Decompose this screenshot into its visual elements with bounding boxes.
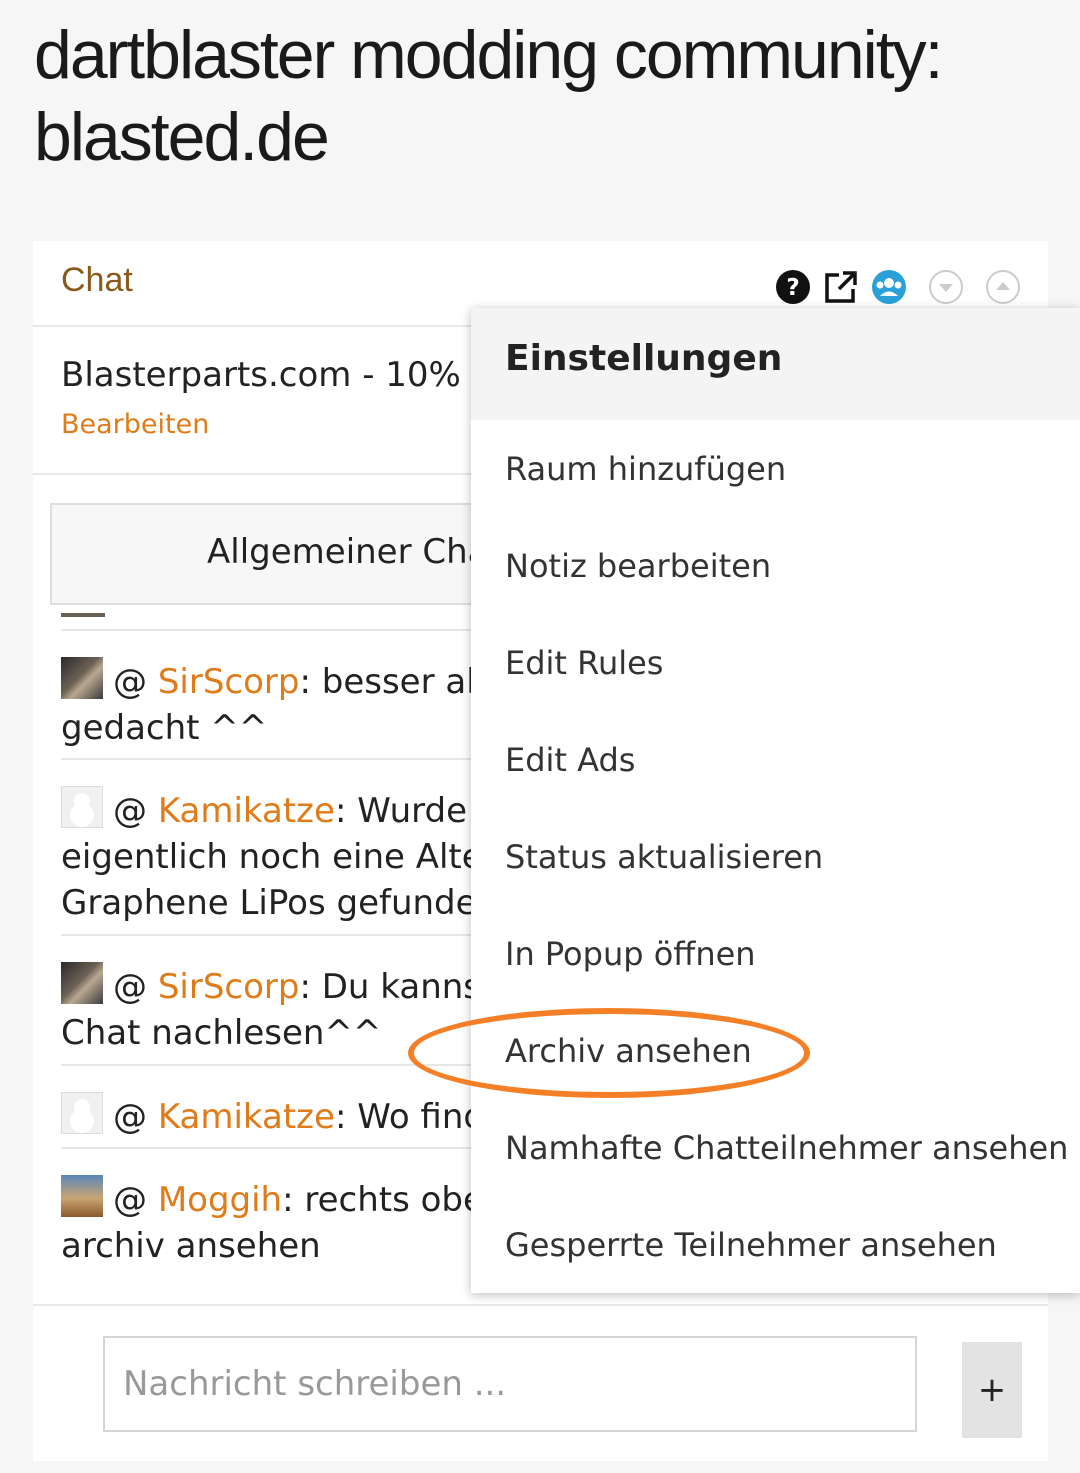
- message-text: : Wurde: [334, 791, 468, 831]
- list-item: @ Moggih: rechts obe archiv ansehen: [61, 1147, 501, 1293]
- avatar: [61, 962, 103, 1004]
- page-title: dartblaster modding community: blasted.d…: [34, 14, 1034, 178]
- menu-item-open-popup[interactable]: In Popup öffnen: [505, 935, 756, 973]
- highlight-annotation: [408, 1008, 810, 1098]
- message-composer: +: [33, 1304, 1048, 1463]
- add-button[interactable]: +: [962, 1342, 1022, 1438]
- message-text: : rechts obe: [282, 1180, 484, 1220]
- menu-item-edit-ads[interactable]: Edit Ads: [505, 741, 635, 779]
- avatar: [61, 657, 103, 699]
- page-title-line2: blasted.de: [34, 99, 330, 175]
- username[interactable]: Moggih: [158, 1180, 282, 1220]
- message-input[interactable]: [103, 1336, 917, 1432]
- settings-menu: Einstellungen Raum hinzufügen Notiz bear…: [471, 308, 1080, 1293]
- chevron-up-icon[interactable]: [985, 269, 1021, 305]
- room-tab-general[interactable]: Allgemeiner Cha: [50, 503, 490, 605]
- svg-text:?: ?: [786, 275, 799, 301]
- menu-item-add-room[interactable]: Raum hinzufügen: [505, 450, 786, 488]
- username[interactable]: Kamikatze: [158, 1097, 335, 1137]
- username[interactable]: SirScorp: [158, 967, 300, 1007]
- message-text: : besser als: [299, 662, 494, 702]
- username[interactable]: Kamikatze: [158, 791, 335, 831]
- settings-menu-header: Einstellungen: [471, 308, 1080, 420]
- message-text: : Wo find: [334, 1097, 485, 1137]
- page-title-line1: dartblaster modding community:: [34, 17, 944, 93]
- chevron-down-icon[interactable]: [928, 269, 964, 305]
- avatar: [61, 786, 103, 828]
- menu-item-notable-participants[interactable]: Namhafte Chatteilnehmer ansehen: [505, 1129, 1068, 1167]
- chat-title: Chat: [61, 261, 133, 299]
- list-item: @ Kamikatze: Wurde eigentlich noch eine …: [61, 758, 501, 960]
- notice-text: Blasterparts.com - 10% R: [61, 355, 496, 395]
- popout-icon[interactable]: [823, 269, 859, 305]
- message-text: Graphene LiPos gefunde: [61, 883, 477, 923]
- users-icon[interactable]: [871, 269, 907, 305]
- avatar: [61, 1175, 103, 1217]
- username[interactable]: SirScorp: [158, 662, 300, 702]
- message-text: archiv ansehen: [61, 1226, 321, 1266]
- avatar-partial: [61, 613, 105, 617]
- menu-item-banned-participants[interactable]: Gesperrte Teilnehmer ansehen: [505, 1226, 997, 1264]
- message-text: eigentlich noch eine Alter: [61, 837, 497, 877]
- notice-edit-link[interactable]: Bearbeiten: [61, 409, 209, 440]
- avatar: [61, 1092, 103, 1134]
- menu-item-edit-rules[interactable]: Edit Rules: [505, 644, 663, 682]
- menu-item-update-status[interactable]: Status aktualisieren: [505, 838, 823, 876]
- message-list: @ SirScorp: besser als gedacht ^^ @ Kami…: [61, 613, 501, 1293]
- settings-menu-title: Einstellungen: [505, 338, 783, 379]
- message-text: gedacht ^^: [61, 708, 268, 748]
- menu-item-edit-note[interactable]: Notiz bearbeiten: [505, 547, 771, 585]
- message-text: : Du kanns: [299, 967, 482, 1007]
- room-tab-label: Allgemeiner Cha: [207, 532, 489, 572]
- message-text: Chat nachlesen^^: [61, 1013, 382, 1053]
- help-icon[interactable]: ?: [775, 269, 811, 305]
